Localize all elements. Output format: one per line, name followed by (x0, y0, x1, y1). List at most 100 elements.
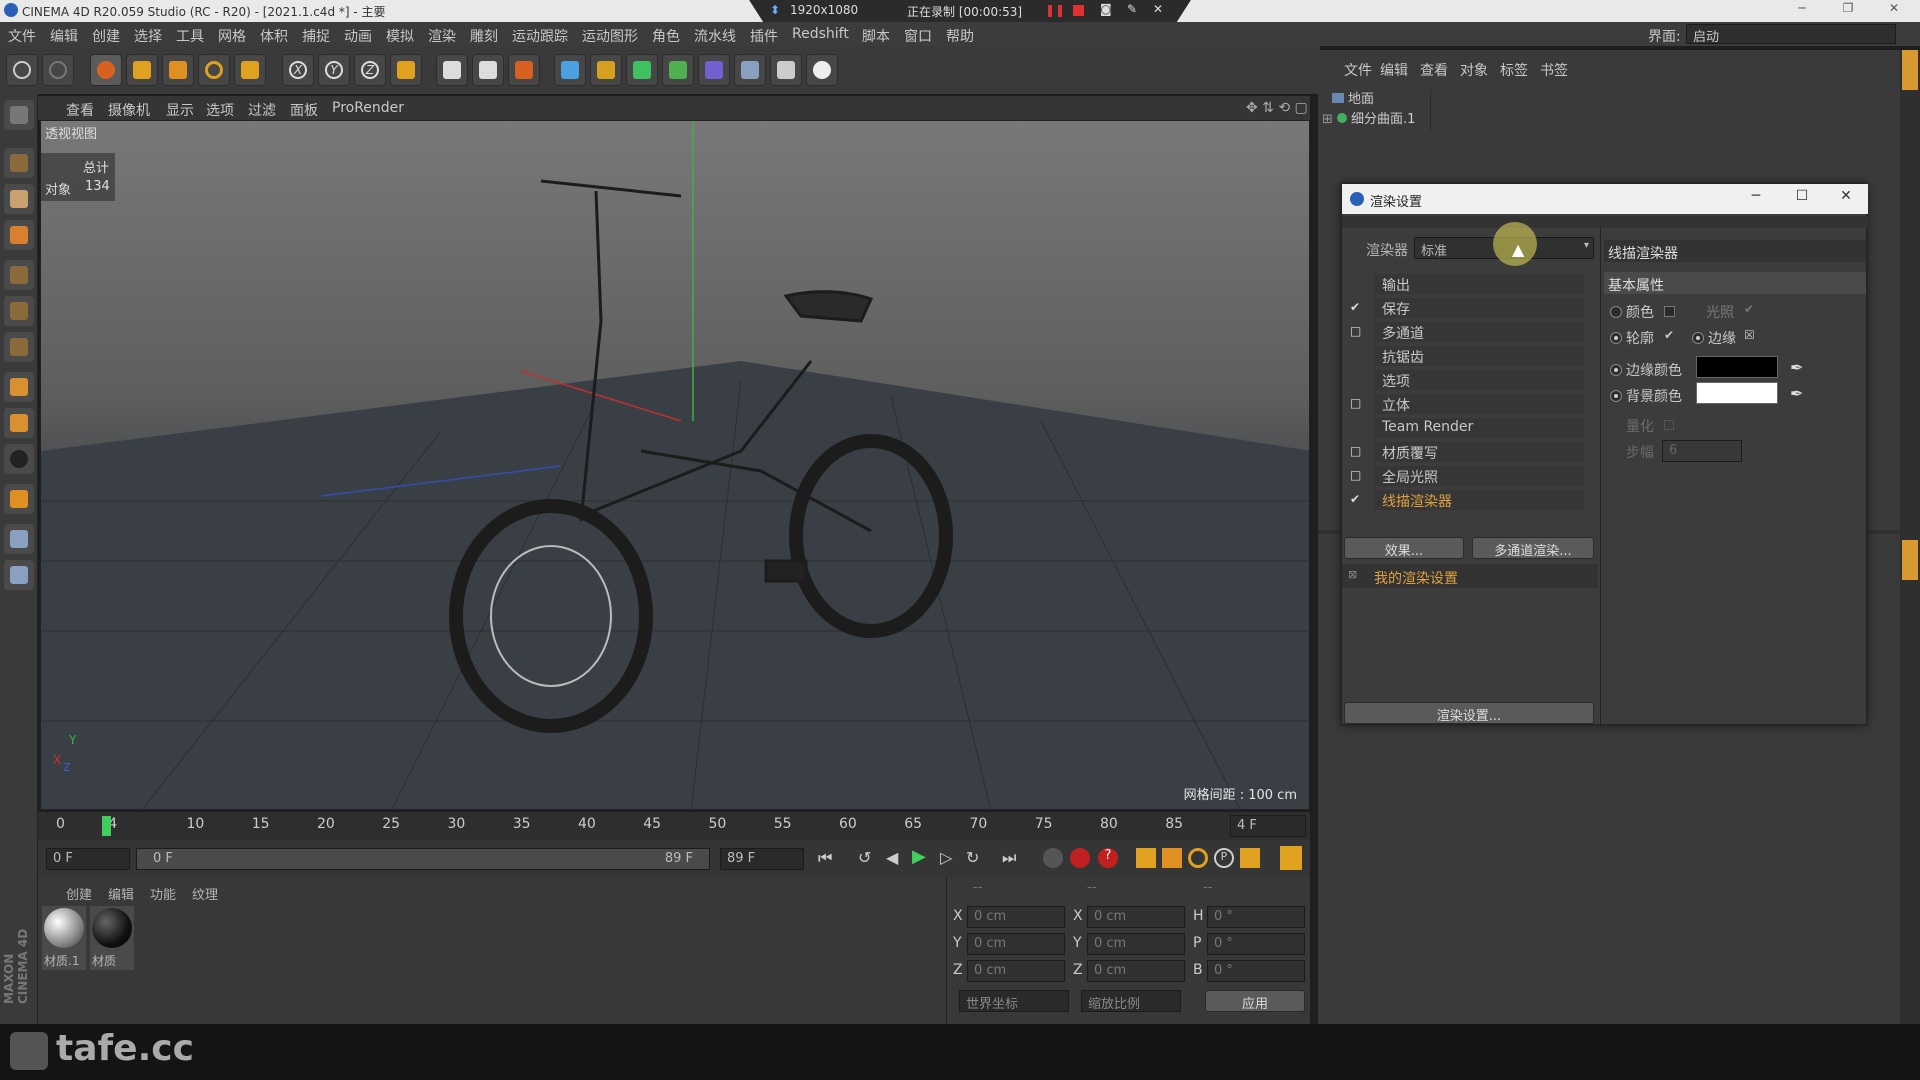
render-settings-button[interactable] (508, 54, 540, 86)
menu-help[interactable]: 帮助 (946, 26, 974, 46)
color-checkbox[interactable] (1664, 306, 1675, 317)
z-axis-button[interactable]: Z (354, 54, 386, 86)
undo-button[interactable] (6, 54, 38, 86)
menu-motion-tracking[interactable]: 运动跟踪 (512, 26, 568, 46)
polygons-mode-button[interactable] (4, 332, 34, 362)
menu-file[interactable]: 文件 (8, 26, 36, 46)
coord-value-field[interactable]: 0 ° (1207, 906, 1305, 928)
contour-checkbox[interactable]: ✔ (1664, 328, 1674, 342)
pen-icon[interactable]: ✎ (1127, 2, 1137, 16)
coord-value-field[interactable]: 0 cm (1087, 906, 1185, 928)
menu-select[interactable]: 选择 (134, 26, 162, 46)
coord-value-field[interactable]: 0 cm (967, 933, 1065, 955)
coord-value-field[interactable]: 0 cm (967, 960, 1065, 982)
key-pla-icon[interactable] (1240, 848, 1260, 868)
menu-simulate[interactable]: 模拟 (386, 26, 414, 46)
dialog-close-icon[interactable]: ✕ (1826, 188, 1866, 204)
nav-item-checkbox[interactable] (1350, 349, 1362, 361)
menu-script[interactable]: 脚本 (862, 26, 890, 46)
material-swatch[interactable]: 材质.1 (42, 906, 86, 970)
stop-icon[interactable] (1073, 5, 1084, 16)
nav-item[interactable]: □ 材质覆写 (1342, 440, 1592, 464)
scale-tool-button[interactable] (162, 54, 194, 86)
step-back-icon[interactable]: ◀ (886, 848, 898, 867)
transform-tool-button[interactable] (234, 54, 266, 86)
nav-item[interactable]: Team Render (1342, 416, 1592, 440)
obj-menu-file[interactable]: 文件 (1344, 60, 1372, 80)
vp-menu-options[interactable]: 选项 (206, 100, 234, 120)
nav-item[interactable]: □ 多通道 (1342, 320, 1592, 344)
steps-field[interactable]: 6 (1662, 440, 1742, 462)
vp-menu-prorender[interactable]: ProRender (332, 100, 404, 116)
nav-item-checkbox[interactable]: □ (1350, 469, 1362, 481)
edge-color-swatch[interactable] (1696, 356, 1778, 378)
camera-icon[interactable]: ◙ (1100, 2, 1112, 16)
model-mode-button[interactable] (4, 148, 34, 178)
quantize-checkbox[interactable] (1664, 420, 1674, 430)
camera-button[interactable] (770, 54, 802, 86)
mat-menu-function[interactable]: 功能 (150, 884, 176, 903)
edges-mode-button[interactable] (4, 296, 34, 326)
coord-value-field[interactable]: 0 cm (967, 906, 1065, 928)
scale-mode-select[interactable]: 缩放比例 (1081, 990, 1181, 1012)
subdivision-button[interactable] (626, 54, 658, 86)
multipass-render-button[interactable]: 多通道渲染... (1472, 537, 1594, 559)
cube-button[interactable] (554, 54, 586, 86)
object-row-subdivision[interactable]: ⊞ 细分曲面.1 (1322, 108, 1415, 127)
key-scale-icon[interactable] (1162, 848, 1182, 868)
minimize-icon[interactable]: ─ (1782, 1, 1822, 21)
vp-menu-filter[interactable]: 过滤 (248, 100, 276, 120)
dialog-maximize-icon[interactable]: ☐ (1782, 188, 1822, 204)
menu-create[interactable]: 创建 (92, 26, 120, 46)
nav-item-checkbox[interactable]: ✔ (1350, 301, 1362, 313)
obj-menu-objects[interactable]: 对象 (1460, 60, 1488, 80)
floor-button[interactable] (734, 54, 766, 86)
preset-row[interactable]: ⊠ 我的渲染设置 (1342, 564, 1598, 588)
eyedropper-icon[interactable]: ✒ (1790, 384, 1803, 403)
mat-menu-create[interactable]: 创建 (66, 884, 92, 903)
nav-item[interactable]: 输出 (1342, 272, 1592, 296)
tab-objects[interactable] (1902, 50, 1918, 90)
workplane-grid-button[interactable] (4, 524, 34, 554)
make-editable-button[interactable] (4, 100, 34, 130)
nav-item-checkbox[interactable]: ✔ (1350, 493, 1362, 505)
snap-button[interactable] (4, 444, 34, 474)
vp-menu-view[interactable]: 查看 (66, 100, 94, 120)
points-mode-button[interactable] (4, 260, 34, 290)
vp-menu-camera[interactable]: 摄像机 (108, 100, 150, 120)
nav-item[interactable]: ✔ 线描渲染器 (1342, 488, 1592, 512)
vp-menu-panel[interactable]: 面板 (290, 100, 318, 120)
nav-item[interactable]: ✔ 保存 (1342, 296, 1592, 320)
key-position-icon[interactable] (1136, 848, 1156, 868)
perspective-viewport[interactable]: 透视视图 总计 对象 134 Y X Z 网格间距 : 100 cm (40, 120, 1310, 810)
goto-end-icon[interactable]: ⏭ (1002, 848, 1016, 868)
key-rotation-icon[interactable] (1188, 848, 1208, 868)
workplane-button[interactable] (4, 220, 34, 250)
coord-value-field[interactable]: 0 ° (1207, 960, 1305, 982)
tab-attributes[interactable] (1902, 540, 1918, 580)
coordinate-system-select[interactable]: 世界坐标 (959, 990, 1069, 1012)
contour-radio[interactable] (1610, 332, 1622, 344)
x-axis-button[interactable]: X (282, 54, 314, 86)
illumination-checkbox[interactable]: ✔ (1744, 302, 1754, 316)
nav-item-checkbox[interactable] (1350, 373, 1362, 385)
vp-menu-display[interactable]: 显示 (166, 100, 194, 120)
layout-select[interactable]: 启动 (1686, 24, 1896, 45)
material-swatch[interactable]: 材质 (90, 906, 134, 970)
mat-menu-edit[interactable]: 编辑 (108, 884, 134, 903)
bg-color-swatch[interactable] (1696, 382, 1778, 404)
record-keys-icon[interactable] (1043, 848, 1063, 868)
menu-pipeline[interactable]: 流水线 (694, 26, 736, 46)
obj-menu-view[interactable]: 查看 (1420, 60, 1448, 80)
menu-sculpt[interactable]: 雕刻 (470, 26, 498, 46)
coordinate-system-button[interactable] (390, 54, 422, 86)
coord-value-field[interactable]: 0 ° (1207, 933, 1305, 955)
start-frame-field[interactable]: 0 F (46, 848, 130, 870)
deformer-button[interactable] (698, 54, 730, 86)
rotate-tool-button[interactable] (198, 54, 230, 86)
dialog-minimize-icon[interactable]: ─ (1736, 188, 1776, 204)
nav-item-checkbox[interactable]: □ (1350, 445, 1362, 457)
next-keyframe-icon[interactable]: ↻ (966, 848, 979, 867)
nav-item[interactable]: 选项 (1342, 368, 1592, 392)
render-picture-viewer-button[interactable] (472, 54, 504, 86)
